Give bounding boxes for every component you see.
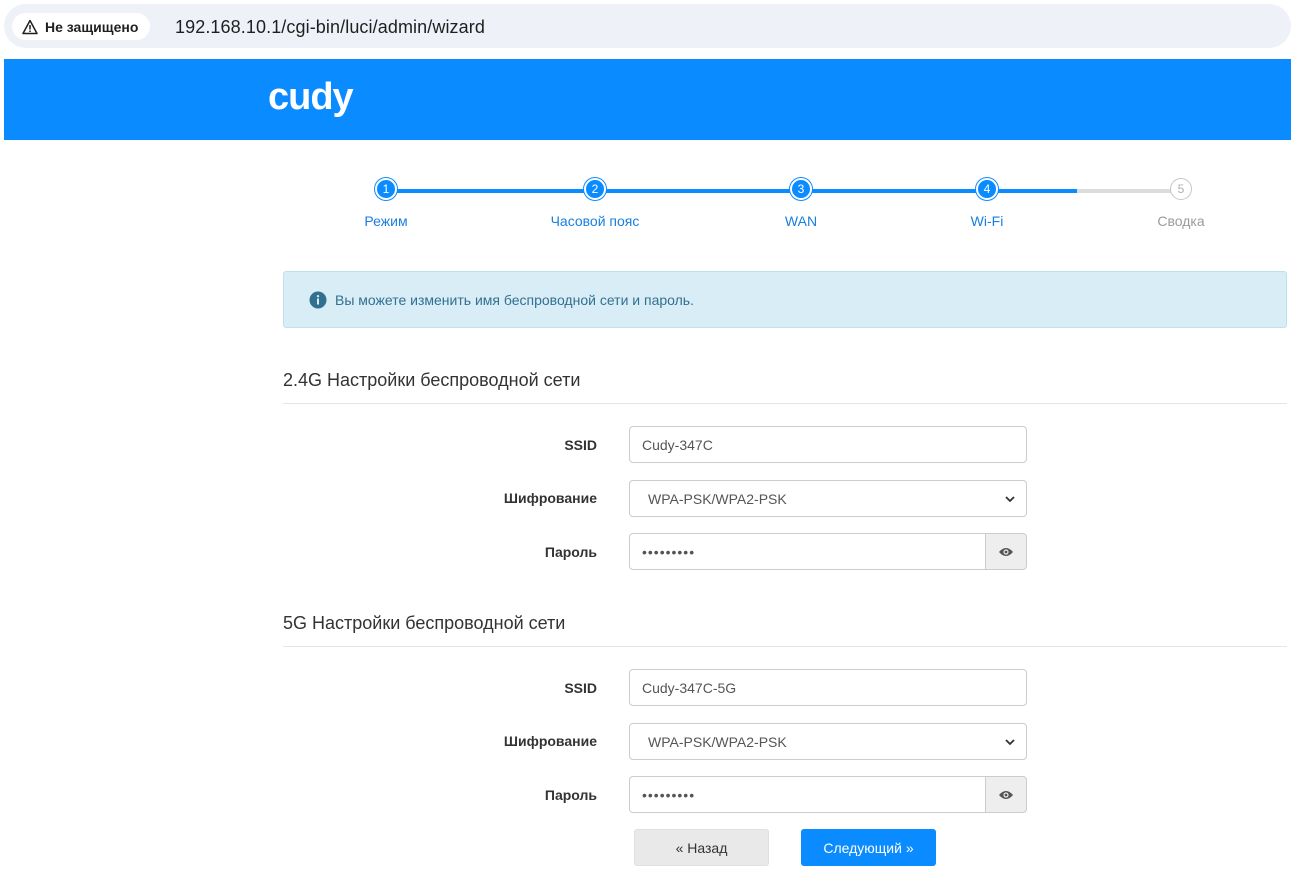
step-number: 1 <box>375 178 397 200</box>
password-label-24g: Пароль <box>544 544 597 560</box>
step-wan: 3 WAN <box>721 178 881 229</box>
ssid-label-5g: SSID <box>564 680 597 696</box>
url-text[interactable]: 192.168.10.1/cgi-bin/luci/admin/wizard <box>175 17 485 38</box>
section-title-5g: 5G Настройки беспроводной сети <box>283 613 566 633</box>
security-label: Не защищено <box>45 18 139 35</box>
svg-text:cudy: cudy <box>268 77 354 118</box>
browser-address-bar: Не защищено 192.168.10.1/cgi-bin/luci/ad… <box>0 0 1291 52</box>
chevron-down-icon <box>1005 496 1015 503</box>
step-label: Wi-Fi <box>970 213 1004 229</box>
password-group-24g: ••••••••• <box>629 533 1027 570</box>
ssid-label-24g: SSID <box>564 437 597 453</box>
step-wifi: 4 Wi-Fi <box>907 178 1067 229</box>
step-number: 3 <box>790 178 812 200</box>
encryption-label-5g: Шифрование <box>503 733 597 749</box>
back-button[interactable]: « Назад <box>634 829 769 866</box>
password-input-24g[interactable]: ••••••••• <box>629 533 985 570</box>
encryption-value: WPA-PSK/WPA2-PSK <box>648 490 787 507</box>
step-mode: 1 Режим <box>306 178 466 229</box>
section-title-24g: 2.4G Настройки беспроводной сети <box>283 370 581 390</box>
step-label: Режим <box>364 213 408 229</box>
section-divider <box>283 403 1287 404</box>
password-group-5g: ••••••••• <box>629 776 1027 813</box>
encryption-label-24g: Шифрование <box>503 490 597 506</box>
password-input-5g[interactable]: ••••••••• <box>629 776 985 813</box>
step-number: 2 <box>584 178 606 200</box>
password-label-5g: Пароль <box>544 787 597 803</box>
cudy-logo: cudy <box>268 77 355 118</box>
encryption-select-5g[interactable]: WPA-PSK/WPA2-PSK <box>629 723 1027 760</box>
info-circle-icon <box>309 291 327 309</box>
ssid-input-24g[interactable] <box>629 426 1027 463</box>
encryption-select-24g[interactable]: WPA-PSK/WPA2-PSK <box>629 480 1027 517</box>
alert-text: Вы можете изменить имя беспроводной сети… <box>335 291 694 308</box>
step-label: Часовой пояс <box>550 213 640 229</box>
step-label: Сводка <box>1157 213 1205 229</box>
next-button[interactable]: Следующий » <box>801 829 936 866</box>
eye-icon <box>999 547 1013 556</box>
omnibox[interactable]: Не защищено 192.168.10.1/cgi-bin/luci/ad… <box>4 4 1291 48</box>
show-password-button-5g[interactable] <box>985 776 1027 813</box>
wizard-stepper: 1 Режим 2 Часовой пояс 3 WAN 4 Wi-Fi 5 С… <box>283 178 1287 248</box>
step-number: 5 <box>1170 178 1192 200</box>
ssid-input-5g[interactable] <box>629 669 1027 706</box>
step-summary: 5 Сводка <box>1101 178 1261 229</box>
step-timezone: 2 Часовой пояс <box>515 178 675 229</box>
info-alert: Вы можете изменить имя беспроводной сети… <box>283 271 1287 328</box>
step-number: 4 <box>976 178 998 200</box>
step-label: WAN <box>784 213 818 229</box>
security-indicator[interactable]: Не защищено <box>12 13 151 40</box>
encryption-value: WPA-PSK/WPA2-PSK <box>648 733 787 750</box>
show-password-button-24g[interactable] <box>985 533 1027 570</box>
warning-triangle-icon <box>22 19 38 35</box>
section-divider <box>283 646 1287 647</box>
eye-icon <box>999 790 1013 799</box>
header-bar: cudy <box>4 59 1291 140</box>
chevron-down-icon <box>1005 739 1015 746</box>
